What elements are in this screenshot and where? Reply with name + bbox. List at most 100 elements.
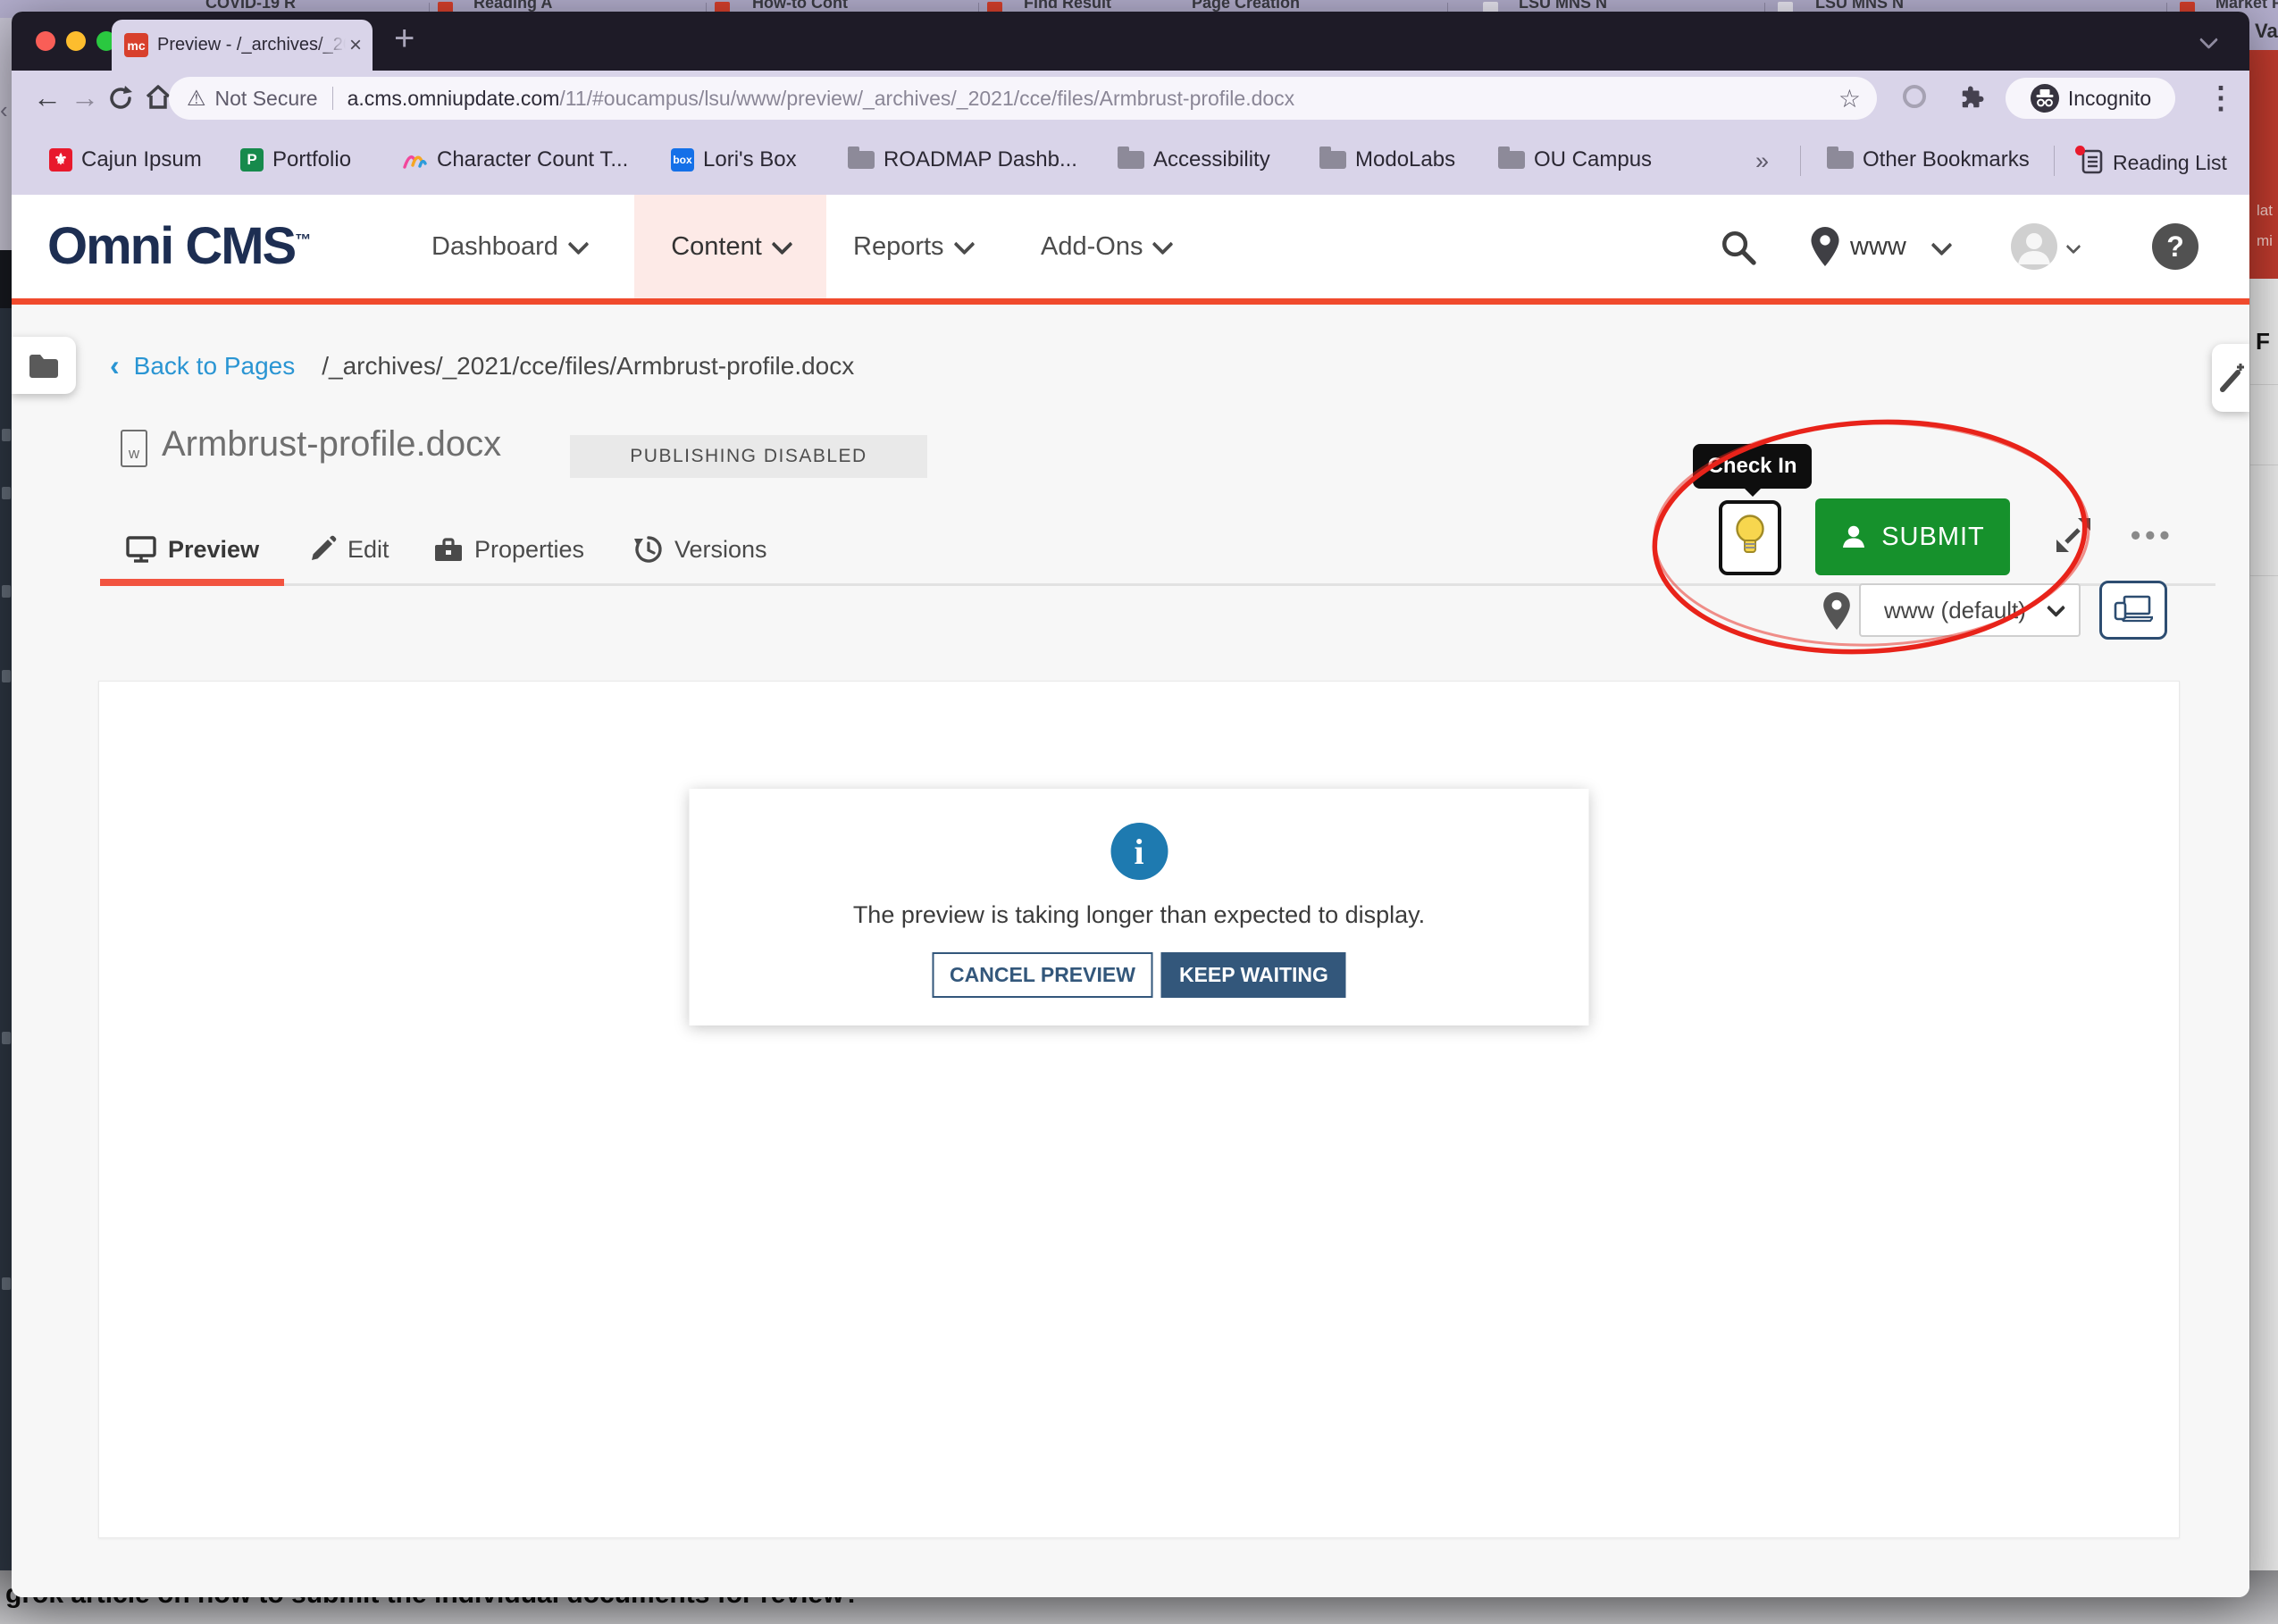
reload-icon[interactable] [106, 84, 135, 113]
back-icon[interactable]: ← [33, 81, 62, 114]
select-chevron-icon [2047, 598, 2065, 616]
back-to-pages-link[interactable]: Back to Pages [134, 352, 296, 381]
tooltip-label: Check In [1707, 454, 1796, 479]
bookmarks-bar: ⚜ Cajun Ipsum P Portfolio Character Coun… [12, 126, 2249, 195]
background-right-rows: F [2249, 279, 2278, 1624]
nav-label: Add-Ons [1041, 232, 1143, 262]
nav-label: Reports [853, 232, 944, 262]
background-tab: How-to Cont [752, 0, 848, 13]
new-tab-button[interactable]: + [394, 19, 415, 59]
magic-wand-icon [2217, 360, 2248, 396]
gadgets-flyout-tab[interactable] [2212, 344, 2249, 412]
forward-icon[interactable]: → [71, 81, 99, 114]
nav-dashboard[interactable]: Dashboard [431, 195, 586, 298]
pencil-icon [308, 535, 337, 564]
browser-window: mc Preview - /_archives/_2021/cce × + ← … [12, 12, 2249, 1597]
device-preview-button[interactable] [2099, 581, 2167, 640]
tab-search-chevron-icon[interactable] [2199, 30, 2218, 49]
url-text[interactable]: a.cms.omniupdate.com/11/#oucampus/lsu/ww… [348, 87, 1828, 111]
address-bar[interactable]: ⚠ Not Secure a.cms.omniupdate.com/11/#ou… [169, 77, 1877, 120]
other-bookmarks-button[interactable]: Other Bookmarks [1827, 147, 2030, 172]
bookmark-item[interactable]: ⚜ Cajun Ipsum [49, 147, 202, 172]
menu-kebab-icon[interactable]: ⋮ [2206, 80, 2236, 116]
monitor-icon [125, 535, 157, 564]
cancel-preview-button[interactable]: CANCEL PREVIEW [932, 952, 1153, 998]
desktop: COVID-19 R Reading A How-to Cont Find Re… [0, 0, 2278, 1624]
nav-reports[interactable]: Reports [853, 195, 972, 298]
folder-icon [1827, 151, 1854, 169]
tab-label: Edit [348, 536, 389, 564]
background-tab: Reading A [473, 0, 552, 13]
security-label: Not Secure [215, 87, 318, 111]
site-select[interactable]: www (default) [1859, 583, 2081, 637]
dialog-message: The preview is taking longer than expect… [853, 901, 1425, 929]
browser-tabstrip: mc Preview - /_archives/_2021/cce × + [12, 12, 2249, 71]
bookmark-label: Reading List [2113, 151, 2227, 175]
pages-flyout-tab[interactable] [12, 337, 76, 394]
window-minimize-button[interactable] [66, 31, 86, 51]
tab-edit[interactable]: Edit [308, 530, 389, 569]
bookmark-label: OU Campus [1534, 147, 1652, 172]
tab-close-icon[interactable]: × [349, 33, 362, 58]
site-label[interactable]: www [1850, 232, 1906, 262]
page-title: Armbrust-profile.docx [162, 424, 501, 465]
sync-icon[interactable] [1903, 85, 1926, 108]
multi-device-icon [2114, 594, 2153, 626]
background-text-fragment: lat [2257, 202, 2273, 220]
browser-tab-active[interactable]: mc Preview - /_archives/_2021/cce × [112, 20, 373, 71]
help-icon[interactable]: ? [2152, 223, 2198, 270]
bookmarks-divider [1800, 146, 1801, 176]
bookmark-folder-item[interactable]: OU Campus [1498, 147, 1652, 172]
nav-addons[interactable]: Add-Ons [1041, 195, 1170, 298]
overflow-chevrons-icon: » [1755, 147, 1769, 175]
reading-list-icon [2079, 147, 2104, 179]
expand-icon[interactable] [2051, 513, 2096, 557]
extensions-puzzle-icon[interactable] [1959, 84, 1986, 111]
location-pin-icon[interactable] [1811, 227, 1839, 266]
keep-waiting-button[interactable]: KEEP WAITING [1161, 952, 1346, 998]
search-icon[interactable] [1720, 229, 1757, 266]
bookmark-folder-item[interactable]: ModoLabs [1319, 147, 1455, 172]
doc-letter: w [129, 445, 139, 463]
background-right-red-band: lat mi [2249, 50, 2278, 279]
not-secure-warning-icon[interactable]: ⚠ [187, 86, 206, 112]
site-favicon: mc [124, 33, 148, 57]
background-tab: LSU MNS N [1815, 0, 1904, 13]
bookmark-folder-item[interactable]: Accessibility [1118, 147, 1270, 172]
checkin-tooltip: Check In [1693, 444, 1812, 489]
background-tab: COVID-19 R [205, 0, 296, 13]
nav-label: Content [671, 232, 762, 262]
sidebar-fragment-icon [2, 585, 11, 598]
background-tab: Find Result [1024, 0, 1111, 13]
more-actions-ellipsis-icon[interactable]: ••• [2131, 519, 2174, 552]
bookmarks-overflow-button[interactable]: » [1755, 147, 1769, 175]
folder-icon [848, 151, 875, 169]
tab-preview[interactable]: Preview [125, 530, 259, 569]
background-right-top: Va [2249, 18, 2278, 50]
bookmark-item[interactable]: P Portfolio [240, 147, 351, 172]
bookmark-item[interactable]: Character Count T... [401, 147, 628, 172]
cajun-ipsum-icon: ⚜ [49, 148, 72, 172]
account-chevron-icon[interactable] [2066, 239, 2081, 255]
bookmark-folder-item[interactable]: ROADMAP Dashb... [848, 147, 1077, 172]
box-icon: box [671, 148, 694, 172]
bookmark-item[interactable]: box Lori's Box [671, 147, 797, 172]
site-chevron-icon[interactable] [1930, 234, 1952, 255]
back-chevron-icon[interactable]: ‹ [110, 349, 120, 382]
bookmark-label: Accessibility [1153, 147, 1270, 172]
reading-list-button[interactable]: Reading List [2079, 147, 2227, 179]
bookmark-label: Lori's Box [703, 147, 797, 172]
submit-button[interactable]: SUBMIT [1815, 498, 2010, 575]
checkin-lightbulb-button[interactable] [1719, 500, 1781, 575]
nav-content[interactable]: Content [634, 195, 826, 298]
bookmark-star-icon[interactable]: ☆ [1838, 84, 1861, 113]
folder-icon [1319, 151, 1346, 169]
address-divider [332, 87, 333, 110]
background-left-sliver: ‹ [0, 18, 12, 1624]
window-close-button[interactable] [36, 31, 55, 51]
avatar[interactable] [2011, 223, 2057, 270]
publishing-disabled-badge: PUBLISHING DISABLED [570, 435, 927, 478]
tab-versions[interactable]: Versions [633, 530, 767, 569]
lightbulb-icon [1733, 513, 1767, 563]
tab-properties[interactable]: Properties [433, 530, 584, 569]
